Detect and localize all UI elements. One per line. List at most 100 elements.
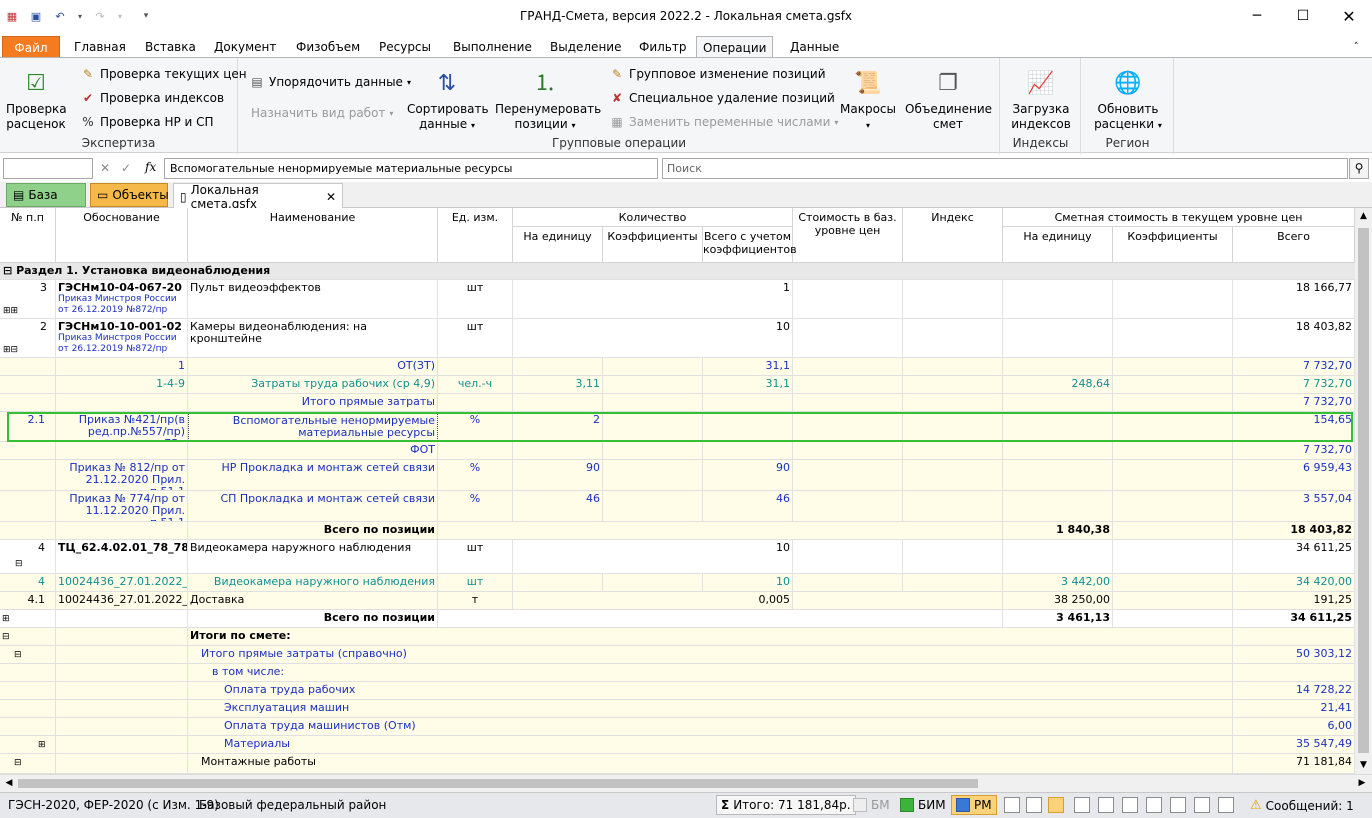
bm-toggle[interactable]: БМ <box>853 798 890 812</box>
totals-row[interactable]: Оплата труда рабочих 14 728,22 <box>0 682 1355 700</box>
check-overhead-button[interactable]: % Проверка НР и СП <box>80 114 213 130</box>
minimize-button[interactable]: ─ <box>1234 0 1280 32</box>
close-window-button[interactable]: ✕ <box>1326 0 1372 32</box>
table-row-total[interactable]: Всего по позиции 1 840,38 18 403,82 <box>0 522 1355 540</box>
table-row[interactable]: 1-4-9 Затраты труда рабочих (ср 4,9) чел… <box>0 376 1355 394</box>
function-icon[interactable]: fx <box>145 160 156 174</box>
tab-execution[interactable]: Выполнение <box>447 36 538 58</box>
tab-selection[interactable]: Выделение <box>544 36 627 58</box>
tab-resources[interactable]: Ресурсы <box>373 36 437 58</box>
merge-estimates-button[interactable]: ❐ Объединение смет <box>905 66 992 132</box>
expand-icon[interactable]: ⊞ <box>2 614 10 624</box>
search-icon[interactable]: ⚲ <box>1349 158 1369 179</box>
col-base-cost-header[interactable]: Стоимость в баз. уровне цен <box>793 208 903 263</box>
col-basis-header[interactable]: Обоснование <box>56 208 188 263</box>
col-index-header[interactable]: Индекс <box>903 208 1003 263</box>
view-mode-1-icon[interactable] <box>1004 797 1020 813</box>
col-cur-total-header[interactable]: Всего <box>1233 227 1355 263</box>
expand-icon[interactable]: ⊞⊟ <box>3 345 18 355</box>
view-mode-2-icon[interactable] <box>1026 797 1042 813</box>
col-qty-unit-header[interactable]: На единицу <box>513 227 603 263</box>
col-unit-header[interactable]: Ед. изм. <box>438 208 513 263</box>
confirm-edit-icon[interactable]: ✓ <box>121 161 131 175</box>
table-row[interactable]: 1 ОТ(ЗТ) 31,1 7 732,70 <box>0 358 1355 376</box>
collapse-icon[interactable]: ⊟ <box>3 264 12 277</box>
scroll-down-icon[interactable]: ▼ <box>1355 757 1372 774</box>
table-row[interactable]: 3 ⊞⊞ ГЭСНм10-04-067-20 Приказ Минстроя Ро… <box>0 280 1355 319</box>
tab-file[interactable]: Файл <box>2 36 60 58</box>
tab-home[interactable]: Главная <box>68 36 132 58</box>
totals-row[interactable]: Эксплуатация машин 21,41 <box>0 700 1355 718</box>
check-rates-button[interactable]: ☑ Проверка расценок <box>6 66 67 132</box>
cell-address-field[interactable] <box>3 158 93 179</box>
maximize-button[interactable]: ☐ <box>1280 0 1326 32</box>
scroll-left-icon[interactable]: ◀ <box>2 775 16 792</box>
collapse-icon[interactable]: ⊟ <box>14 650 22 660</box>
norm-base-status[interactable]: ГЭСН-2020, ФЕР-2020 (с Изм. 1-9) <box>8 798 219 812</box>
update-rates-button[interactable]: 🌐 Обновить расценки ▾ <box>1092 66 1164 133</box>
expand-icon[interactable]: ⊞⊞ <box>3 306 18 316</box>
col-cur-coef-header[interactable]: Коэффициенты <box>1113 227 1233 263</box>
col-num-header[interactable]: № п.п <box>0 208 56 263</box>
table-row[interactable]: 4 ⊟ ТЦ_62.4.02.01_78_781 Видеокамера нар… <box>0 540 1355 574</box>
special-delete-button[interactable]: ✘ Специальное удаление позиций <box>609 90 835 106</box>
group-change-button[interactable]: ✎ Групповое изменение позиций <box>609 66 826 82</box>
table-row[interactable]: Итого прямые затраты 7 732,70 <box>0 394 1355 412</box>
view-mode-5-icon[interactable] <box>1098 797 1114 813</box>
table-row-total[interactable]: ⊞ Всего по позиции 3 461,13 34 611,25 <box>0 610 1355 628</box>
view-mode-4-icon[interactable] <box>1074 797 1090 813</box>
sort-data-button[interactable]: ⇅ Сортировать данные ▾ <box>407 66 489 133</box>
messages-status[interactable]: ⚠ Сообщений: 1 <box>1250 798 1354 813</box>
table-row[interactable]: 4 10024436_27.01.2022_02 Видеокамера нар… <box>0 574 1355 592</box>
view-mode-3-icon[interactable] <box>1048 797 1064 813</box>
load-indexes-button[interactable]: 📈 Загрузка индексов <box>1011 66 1071 132</box>
cancel-edit-icon[interactable]: ✕ <box>100 161 110 175</box>
tab-objects[interactable]: ▭ Объекты <box>90 183 169 207</box>
close-icon[interactable]: ✕ <box>326 190 336 204</box>
table-row[interactable]: 4.1 10024436_27.01.2022_02 Доставка т 0,… <box>0 592 1355 610</box>
collapse-ribbon-icon[interactable]: ˄ <box>1348 36 1365 58</box>
col-name-header[interactable]: Наименование <box>188 208 438 263</box>
view-mode-10-icon[interactable] <box>1218 797 1234 813</box>
collapse-icon[interactable]: ⊟ <box>14 758 22 768</box>
tab-local-estimate[interactable]: ▯ Локальная смета.gsfx ✕ <box>173 183 343 211</box>
check-indexes-button[interactable]: ✔ Проверка индексов <box>80 90 224 106</box>
table-row[interactable]: Приказ № 812/пр от 21.12.2020 Прил. п.51… <box>0 460 1355 491</box>
horizontal-scrollbar[interactable]: ◀ ▶ <box>0 774 1372 792</box>
table-row[interactable]: ФОТ 7 732,70 <box>0 442 1355 460</box>
check-prices-button[interactable]: ✎ Проверка текущих цен <box>80 66 247 82</box>
tab-data[interactable]: Данные <box>784 36 845 58</box>
totals-row[interactable]: в том числе: <box>0 664 1355 682</box>
tab-base[interactable]: ▤ База <box>6 183 86 207</box>
section-row[interactable]: ⊟ Раздел 1. Установка видеонаблюдения <box>0 263 1355 280</box>
view-mode-8-icon[interactable] <box>1170 797 1186 813</box>
bim-toggle[interactable]: БИМ <box>900 798 946 812</box>
totals-row[interactable]: ⊟ Итого прямые затраты (справочно) 50 30… <box>0 646 1355 664</box>
table-row[interactable]: 2 ⊞⊟ ГЭСНм10-10-001-02 Приказ Минстроя Ро… <box>0 319 1355 358</box>
tab-operations[interactable]: Операции <box>696 36 774 58</box>
total-status[interactable]: Σ Итого: 71 181,84р. <box>716 795 856 815</box>
formula-input[interactable]: Вспомогательные ненормируемые материальн… <box>164 158 658 179</box>
search-input[interactable]: Поиск <box>662 158 1348 179</box>
scroll-up-icon[interactable]: ▲ <box>1355 208 1372 225</box>
view-mode-7-icon[interactable] <box>1146 797 1162 813</box>
totals-header-row[interactable]: ⊟ Итоги по смете: <box>0 628 1355 646</box>
col-qty-coef-header[interactable]: Коэффициенты <box>603 227 703 263</box>
collapse-icon[interactable]: ⊟ <box>15 559 23 569</box>
totals-row[interactable]: ⊞ Материалы 35 547,49 <box>0 736 1355 754</box>
view-mode-9-icon[interactable] <box>1194 797 1210 813</box>
table-row-selected[interactable]: 2.1 Приказ №421/пр(в ред.пр.№557/пр) п.7… <box>0 412 1355 442</box>
tab-document[interactable]: Документ <box>208 36 282 58</box>
tab-insert[interactable]: Вставка <box>139 36 202 58</box>
order-data-button[interactable]: ▤ Упорядочить данные ▾ <box>249 74 411 90</box>
col-qty-total-header[interactable]: Всего с учетом коэффициентов <box>703 227 797 263</box>
table-row[interactable]: Приказ № 774/пр от 11.12.2020 Прил. п.51… <box>0 491 1355 522</box>
vertical-scrollbar[interactable]: ▲ ▼ <box>1355 208 1372 774</box>
collapse-icon[interactable]: ⊟ <box>2 632 10 642</box>
renumber-button[interactable]: ⒈ Перенумеровать позиции ▾ <box>495 66 601 133</box>
macros-button[interactable]: 📜 Макросы ▾ <box>839 66 897 133</box>
horizontal-scroll-thumb[interactable] <box>18 779 978 788</box>
tab-physvolume[interactable]: Физобъем <box>290 36 366 58</box>
totals-row[interactable]: Оплата труда машинистов (Отм) 6,00 <box>0 718 1355 736</box>
region-status[interactable]: Базовый федеральный район <box>199 798 386 812</box>
